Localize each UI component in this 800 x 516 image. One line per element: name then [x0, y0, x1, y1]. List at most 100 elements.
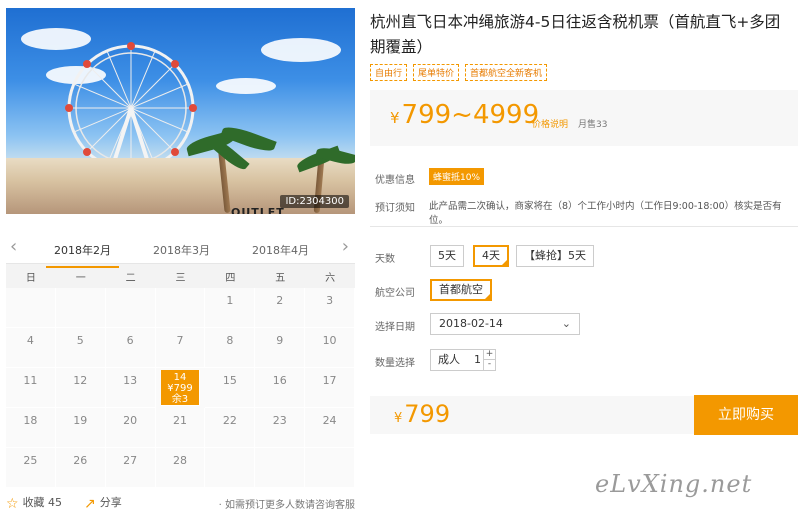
quantity-stepper: 成人 1 + - — [430, 349, 496, 371]
calendar-day: 9 — [255, 328, 306, 368]
calendar-day: 1 — [205, 288, 256, 328]
buy-bar: ¥799 立即购买 — [370, 395, 798, 435]
calendar-empty-cell — [255, 448, 306, 488]
day-option[interactable]: 【蜂抢】5天 — [516, 245, 594, 267]
calendar-day: 6 — [105, 328, 156, 368]
star-icon: ☆ — [6, 496, 19, 512]
decrement-button[interactable]: - — [484, 360, 495, 370]
month-tab[interactable]: 2018年4月 — [252, 242, 309, 258]
calendar-day: 5 — [55, 328, 106, 368]
day-stock: 余3 — [171, 394, 189, 405]
calendar-day: 22 — [205, 408, 256, 448]
price-range-value: 799~4999 — [401, 100, 540, 130]
action-footer: ☆ 收藏 45 ↗ 分享 · 如需预订更多人数请咨询客服 — [6, 494, 355, 512]
product-title: 杭州直飞日本冲绳旅游4-5日往返含税机票（首航直飞+多团期覆盖） — [370, 13, 781, 56]
weekday-label: 五 — [275, 272, 286, 284]
calendar-day: 2 — [255, 288, 306, 328]
airline-label: 航空公司 — [375, 288, 415, 299]
weekday-label: 日 — [25, 272, 36, 284]
calendar-empty-cell — [55, 288, 106, 328]
day-number: 14 — [173, 372, 187, 383]
airline-option-selected[interactable]: 首都航空 — [430, 279, 492, 301]
calendar-day: 13 — [105, 368, 156, 408]
price-note-link[interactable]: 价格说明 — [532, 117, 568, 130]
quantity-buttons: + - — [483, 350, 495, 370]
buy-now-button[interactable]: 立即购买 — [694, 395, 798, 435]
discount-label: 优惠信息 — [375, 175, 415, 186]
calendar-empty-cell — [205, 448, 256, 488]
share-button[interactable]: ↗ 分享 — [84, 494, 122, 512]
total-price-value: 799 — [404, 400, 451, 428]
calendar-day: 18 — [6, 408, 56, 448]
site-watermark: eLvXing.net — [595, 470, 753, 498]
calendar-day: 27 — [105, 448, 156, 488]
calendar-day: 24 — [305, 408, 355, 448]
calendar-day: 7 — [155, 328, 206, 368]
month-tabs: ‹ 2018年2月 2018年3月 2018年4月 › — [6, 234, 355, 268]
favorite-label: 收藏 45 — [22, 496, 63, 509]
calendar-day: 16 — [255, 368, 306, 408]
cloud-shape — [216, 78, 276, 94]
calendar-day: 17 — [305, 368, 355, 408]
discount-badge: 蜂蜜抵10% — [429, 168, 485, 185]
quantity-label: 数量选择 — [375, 358, 415, 369]
product-tags: 自由行 尾单特价 首都航空全新客机 — [370, 64, 548, 81]
product-tag: 自由行 — [370, 64, 408, 81]
quantity-value[interactable]: 1 — [474, 350, 481, 370]
calendar-empty-cell — [6, 288, 56, 328]
monthly-sales: 月售33 — [578, 120, 608, 130]
calendar-day: 21 — [155, 408, 206, 448]
currency-symbol: ¥ — [390, 109, 400, 127]
chevron-left-icon[interactable]: ‹ — [10, 238, 17, 256]
cloud-shape — [261, 38, 341, 62]
calendar-day: 11 — [6, 368, 56, 408]
divider — [370, 226, 798, 227]
notice-label: 预订须知 — [375, 203, 415, 214]
product-photo: OUTLET ID:2304300 — [6, 8, 355, 214]
chevron-right-icon[interactable]: › — [342, 238, 349, 256]
product-tag: 首都航空全新客机 — [465, 64, 548, 81]
weekday-label: 一 — [75, 272, 86, 284]
total-price: ¥799 — [394, 400, 450, 428]
date-value: 2018-02-14 — [439, 317, 503, 330]
photo-id-badge: ID:2304300 — [280, 195, 349, 208]
calendar-day: 28 — [155, 448, 206, 488]
calendar-day: 8 — [205, 328, 256, 368]
day-price: ¥799 — [167, 383, 193, 394]
weekday-label: 二 — [125, 272, 136, 284]
weekday-label: 三 — [175, 272, 186, 284]
calendar-empty-cell — [155, 288, 206, 328]
month-tab[interactable]: 2018年2月 — [46, 242, 119, 268]
date-label: 选择日期 — [375, 322, 415, 333]
day-option[interactable]: 5天 — [430, 245, 464, 267]
booking-calendar: ‹ 2018年2月 2018年3月 2018年4月 › 日 一 二 三 四 五 … — [6, 234, 355, 488]
calendar-day-selected[interactable]: 14 ¥799 余3 — [160, 370, 201, 406]
contact-hint[interactable]: · 如需预订更多人数请咨询客服 — [219, 496, 355, 511]
day-option-selected[interactable]: 4天 — [473, 245, 509, 267]
month-tab[interactable]: 2018年3月 — [153, 242, 210, 258]
calendar-day: 3 — [305, 288, 355, 328]
weekday-label: 六 — [325, 272, 336, 284]
notice-text: 此产品需二次确认，商家将在（8）个工作小时内（工作日9:00-18:00）核实是… — [429, 201, 782, 226]
calendar-day: 26 — [55, 448, 106, 488]
weekday-label: 四 — [225, 272, 236, 284]
calendar-day: 15 — [205, 368, 256, 408]
calendar-day: 20 — [105, 408, 156, 448]
date-select[interactable]: 2018-02-14 ⌄ — [430, 313, 580, 335]
calendar-day: 25 — [6, 448, 56, 488]
calendar-day: 12 — [55, 368, 106, 408]
price-range: ¥799~4999 — [390, 100, 539, 130]
share-label: 分享 — [99, 496, 122, 509]
favorite-button[interactable]: ☆ 收藏 45 — [6, 494, 62, 512]
chevron-down-icon: ⌄ — [561, 317, 571, 330]
calendar-empty-cell — [105, 288, 156, 328]
calendar-day: 23 — [255, 408, 306, 448]
outlet-sign: OUTLET — [231, 206, 285, 214]
product-tag: 尾单特价 — [413, 64, 460, 81]
share-icon: ↗ — [84, 496, 96, 512]
days-label: 天数 — [375, 254, 395, 265]
calendar-day: 19 — [55, 408, 106, 448]
calendar-day: 10 — [305, 328, 355, 368]
calendar-empty-cell — [305, 448, 355, 488]
quantity-type: 成人 — [438, 353, 460, 366]
